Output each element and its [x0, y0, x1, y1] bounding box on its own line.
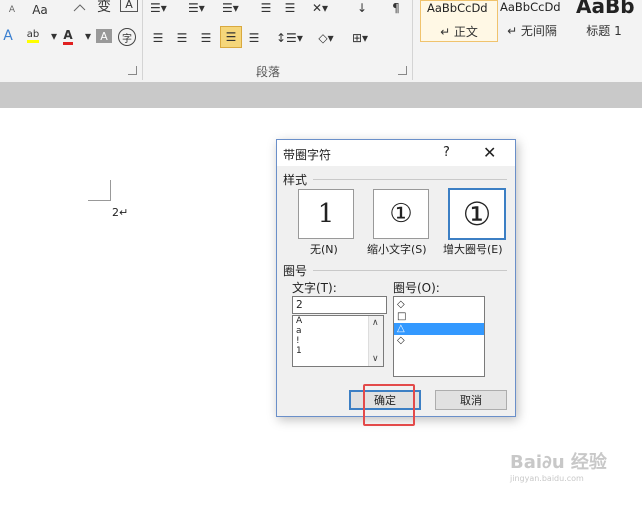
watermark-url: jingyan.baidu.com: [510, 474, 584, 483]
style-section-label: 样式: [283, 173, 308, 187]
margin-corner-mark: [88, 180, 111, 201]
style-option-shrink-text[interactable]: ①: [373, 189, 429, 239]
option-label-enlarge-symbol: 增大圈号(E): [443, 243, 503, 256]
watermark-logo: Bai∂u 经验: [510, 452, 607, 473]
justify-icon[interactable]: ☰: [220, 26, 242, 48]
line-spacing-icon[interactable]: ↕☰▾: [276, 28, 303, 48]
style-option-none[interactable]: 1: [298, 189, 354, 239]
list-item[interactable]: □: [394, 311, 484, 323]
option-glyph: ①: [389, 199, 413, 229]
ruler-band: [0, 82, 642, 108]
annotation-highlight: [363, 384, 415, 426]
ribbon-separator: [142, 0, 143, 80]
ribbon-separator: [412, 0, 413, 80]
multilevel-list-icon[interactable]: ☰▾: [222, 0, 239, 18]
scroll-up-icon[interactable]: ∧: [372, 318, 379, 328]
style-name: ↵ 无间隔: [507, 24, 557, 38]
font-dialog-launcher-icon[interactable]: [128, 66, 137, 75]
style-option-enlarge-symbol[interactable]: ①: [448, 188, 506, 240]
show-marks-icon[interactable]: ¶: [388, 0, 404, 18]
cancel-button[interactable]: 取消: [435, 390, 507, 410]
numbering-icon[interactable]: ☰▾: [188, 0, 205, 18]
font-color-label: A: [63, 28, 73, 45]
align-left-icon[interactable]: ☰: [150, 28, 166, 48]
close-icon[interactable]: ✕: [483, 143, 496, 162]
help-icon[interactable]: ?: [443, 145, 450, 160]
style-name: ↵ 正文: [440, 25, 478, 39]
increase-indent-icon[interactable]: ☰: [282, 0, 298, 18]
style-name: 标题 1: [586, 24, 622, 38]
style-normal[interactable]: AaBbCcDd ↵ 正文: [420, 0, 498, 42]
decrease-indent-icon[interactable]: ☰: [258, 0, 274, 18]
list-item[interactable]: ◇: [394, 335, 484, 347]
text-field-label: 文字(T):: [292, 281, 337, 295]
ribbon: A Aa 变 A A ab ▾ A ▾ A 字 ☰▾ ☰▾ ☰▾ ☰ ☰ ✕▾ …: [0, 0, 642, 83]
bullets-icon[interactable]: ☰▾: [150, 0, 167, 18]
font-color-icon[interactable]: A: [60, 26, 76, 46]
phonetic-guide-icon[interactable]: 变: [96, 0, 112, 16]
style-no-spacing[interactable]: AaBbCcDd ↵ 无间隔: [494, 0, 570, 40]
option-label-shrink-text: 缩小文字(S): [367, 243, 427, 256]
text-effect-icon[interactable]: A: [0, 26, 16, 46]
paragraph-dialog-launcher-icon[interactable]: [398, 66, 407, 75]
circle-section-label: 圈号: [283, 264, 308, 278]
enclose-characters-icon[interactable]: 字: [118, 28, 136, 46]
style-heading-1[interactable]: AaBb 标题 1: [566, 0, 642, 40]
font-size-a-button[interactable]: A: [4, 0, 20, 20]
style-preview: AaBbCcDd: [500, 0, 561, 14]
list-item[interactable]: △: [394, 323, 484, 335]
style-preview: AaBb: [576, 0, 635, 18]
shading-icon[interactable]: ◇▾: [318, 28, 334, 48]
style-preview: AaBbCcDd: [427, 1, 488, 15]
character-shading-icon[interactable]: A: [96, 29, 112, 43]
dialog-titlebar[interactable]: 带圈字符 ? ✕: [277, 140, 515, 166]
circle-listbox[interactable]: ◇ □ △ ◇: [393, 296, 485, 377]
distributed-icon[interactable]: ☰: [246, 28, 262, 48]
option-glyph: ①: [462, 195, 492, 233]
dialog-title: 带圈字符: [283, 148, 332, 162]
highlight-label: ab: [26, 29, 40, 43]
sort-icon[interactable]: ↓: [354, 0, 370, 18]
section-divider: [313, 270, 507, 271]
enclose-characters-dialog: 带圈字符 ? ✕ 样式 1 ① ① 无(N) 缩小文字(S) 增大圈号(E) 圈…: [276, 139, 516, 417]
paragraph-group-label: 段落: [256, 65, 281, 79]
text-input[interactable]: 2: [292, 296, 387, 314]
circle-field-label: 圈号(O):: [393, 281, 440, 295]
borders-icon[interactable]: ⊞▾: [352, 28, 368, 48]
watermark: Bai∂u 经验 jingyan.baidu.com: [510, 448, 607, 483]
change-case-button[interactable]: Aa: [32, 0, 48, 20]
document-text[interactable]: 2↵: [112, 206, 128, 219]
align-center-icon[interactable]: ☰: [174, 28, 190, 48]
scroll-down-icon[interactable]: ∨: [372, 354, 379, 364]
align-right-icon[interactable]: ☰: [198, 28, 214, 48]
character-border-icon[interactable]: A: [120, 0, 138, 12]
option-glyph: 1: [317, 199, 335, 229]
highlight-color-icon[interactable]: ab: [22, 26, 44, 46]
font-color-dropdown-icon[interactable]: ▾: [80, 26, 96, 46]
section-divider: [313, 179, 507, 180]
text-listbox[interactable]: A a ! 1 ∧ ∨: [292, 315, 384, 367]
clear-format-icon[interactable]: [72, 0, 88, 18]
scrollbar[interactable]: ∧ ∨: [368, 316, 383, 366]
list-item[interactable]: ◇: [394, 299, 484, 311]
chinese-layout-icon[interactable]: ✕▾: [312, 0, 328, 18]
option-label-none: 无(N): [310, 243, 338, 256]
